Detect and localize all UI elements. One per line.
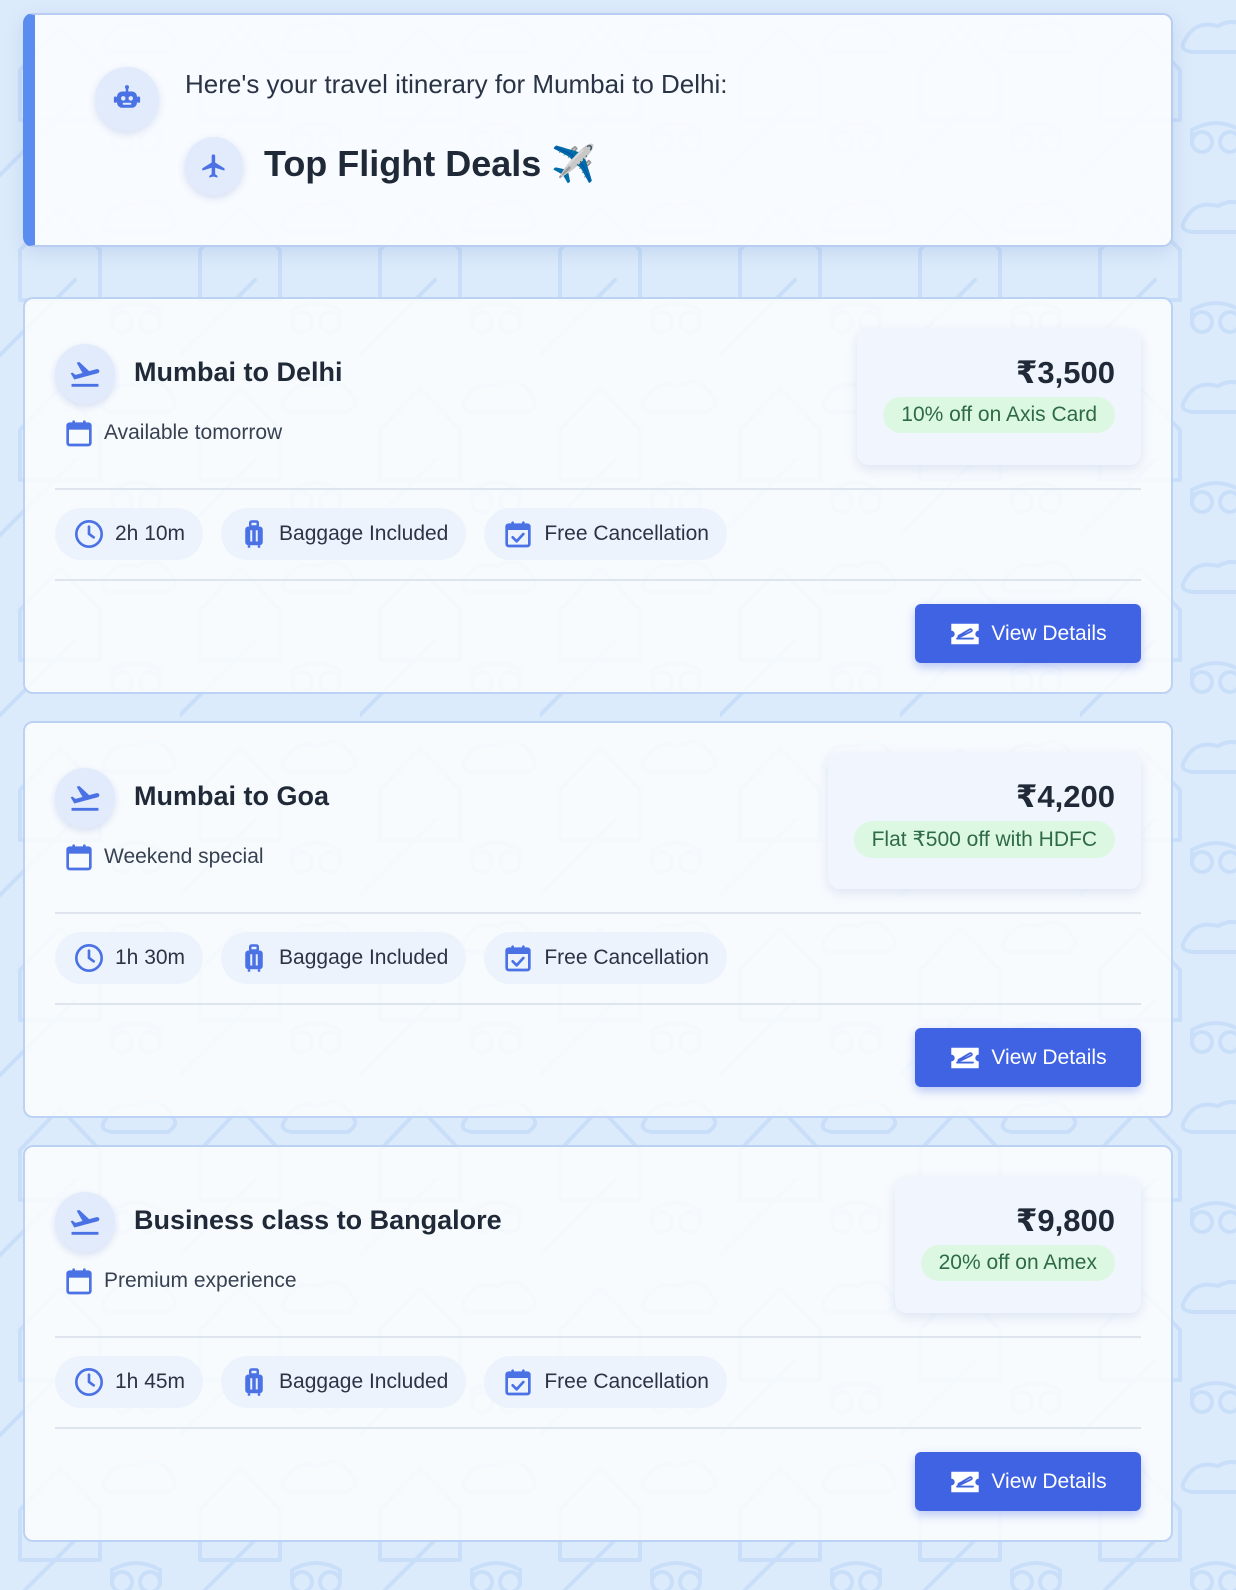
route-icon-badge [55, 1192, 115, 1252]
divider [55, 1336, 1141, 1338]
flight-takeoff-icon [68, 357, 102, 391]
cancellation-text: Free Cancellation [544, 946, 709, 969]
feature-chips: 1h 30m Baggage Included Free Cancellatio… [55, 932, 727, 984]
divider [55, 1427, 1141, 1429]
price: ₹3,500 [1015, 355, 1115, 390]
flight-takeoff-icon [68, 1205, 102, 1239]
price: ₹9,800 [1015, 1203, 1115, 1238]
cancellation-chip: Free Cancellation [484, 1356, 727, 1408]
airplane-icon [200, 152, 228, 180]
offer-badge: Flat ₹500 off with HDFC [853, 821, 1115, 858]
availability-row: Premium experience [63, 1264, 297, 1298]
route-title: Business class to Bangalore [134, 1205, 502, 1235]
availability-row: Weekend special [63, 840, 264, 874]
route-title: Mumbai to Delhi [134, 357, 343, 387]
price-box: ₹9,800 20% off on Amex [894, 1177, 1141, 1313]
ticket-icon [949, 1469, 981, 1495]
calendar-check-icon [502, 517, 534, 551]
availability-text: Weekend special [104, 845, 264, 868]
flight-takeoff-icon [68, 781, 102, 815]
calendar-check-icon [502, 1365, 534, 1399]
baggage-chip: Baggage Included [221, 508, 467, 560]
flight-card: Mumbai to Goa Weekend special ₹4,200 Fla… [23, 721, 1173, 1118]
price-box: ₹3,500 10% off on Axis Card [857, 329, 1141, 465]
duration-chip: 1h 30m [55, 932, 204, 984]
duration-chip: 2h 10m [55, 508, 204, 560]
ticket-icon [949, 621, 981, 647]
baggage-text: Baggage Included [279, 1370, 449, 1393]
price: ₹4,200 [1015, 779, 1115, 814]
offer-badge: 10% off on Axis Card [883, 397, 1115, 433]
cancellation-chip: Free Cancellation [484, 932, 727, 984]
itinerary-intro-text: Here's your travel itinerary for Mumbai … [185, 69, 728, 99]
availability-text: Premium experience [104, 1269, 297, 1292]
clock-icon [73, 518, 105, 550]
calendar-check-icon [502, 941, 534, 975]
baggage-text: Baggage Included [279, 522, 449, 545]
itinerary-header-card: Here's your travel itinerary for Mumbai … [23, 13, 1173, 247]
route-icon-badge [55, 344, 115, 404]
flight-card: Business class to Bangalore Premium expe… [23, 1145, 1173, 1542]
feature-chips: 2h 10m Baggage Included Free Cancellatio… [55, 508, 727, 560]
duration-text: 1h 30m [115, 946, 186, 969]
page-title: Top Flight Deals ✈️ [264, 143, 597, 184]
clock-icon [73, 942, 105, 974]
route-icon-badge [55, 768, 115, 828]
duration-text: 2h 10m [115, 522, 186, 545]
calendar-icon [63, 1264, 95, 1298]
view-details-button[interactable]: View Details [915, 1452, 1141, 1511]
baggage-chip: Baggage Included [221, 1356, 467, 1408]
duration-text: 1h 45m [115, 1370, 186, 1393]
feature-chips: 1h 45m Baggage Included Free Cancellatio… [55, 1356, 727, 1408]
duration-chip: 1h 45m [55, 1356, 204, 1408]
availability-text: Available tomorrow [104, 421, 283, 444]
cancellation-text: Free Cancellation [544, 522, 709, 545]
view-details-button[interactable]: View Details [915, 1028, 1141, 1087]
view-details-label: View Details [991, 1045, 1107, 1069]
baggage-text: Baggage Included [279, 946, 449, 969]
route-title: Mumbai to Goa [134, 781, 329, 811]
luggage-icon [239, 1366, 269, 1398]
availability-row: Available tomorrow [63, 416, 282, 450]
divider [55, 488, 1141, 490]
view-details-label: View Details [991, 1469, 1107, 1493]
cancellation-text: Free Cancellation [544, 1370, 709, 1393]
calendar-icon [63, 840, 95, 874]
divider [55, 579, 1141, 581]
view-details-button[interactable]: View Details [915, 604, 1141, 663]
flight-card: Mumbai to Delhi Available tomorrow ₹3,50… [23, 297, 1173, 694]
ticket-icon [949, 1045, 981, 1071]
baggage-chip: Baggage Included [221, 932, 467, 984]
robot-icon [112, 84, 142, 114]
luggage-icon [239, 942, 269, 974]
divider [55, 1003, 1141, 1005]
price-box: ₹4,200 Flat ₹500 off with HDFC [827, 753, 1141, 889]
flight-badge [185, 137, 243, 195]
divider [55, 912, 1141, 914]
view-details-label: View Details [991, 621, 1107, 645]
luggage-icon [239, 518, 269, 550]
clock-icon [73, 1366, 105, 1398]
offer-badge: 20% off on Amex [920, 1245, 1115, 1281]
assistant-avatar [95, 67, 159, 131]
calendar-icon [63, 416, 95, 450]
cancellation-chip: Free Cancellation [484, 508, 727, 560]
